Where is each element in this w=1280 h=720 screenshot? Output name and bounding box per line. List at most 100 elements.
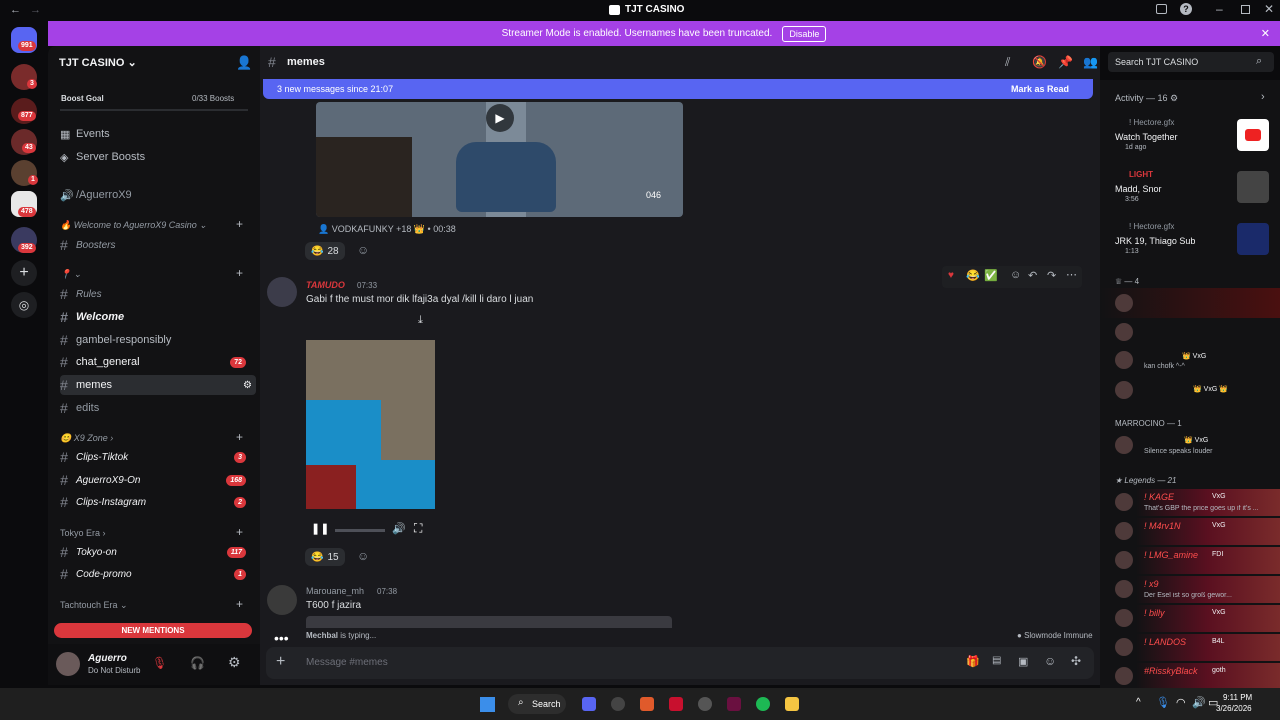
fullscreen-icon[interactable]: ⛶ (414, 521, 422, 536)
category-tachtouch-era[interactable]: Tachtouch Era ⌄ (60, 600, 128, 611)
member-row[interactable]: ! LMG_amine FDI (1100, 547, 1280, 574)
back-arrow-icon[interactable]: ← (10, 4, 21, 16)
channel-tokyo-on[interactable]: # Tokyo-on 117 (60, 542, 256, 562)
headphones-muted-icon[interactable]: 🎧 (190, 656, 205, 670)
member-row[interactable]: ! LANDOS B4L (1100, 634, 1280, 661)
help-icon[interactable]: ? (1180, 3, 1192, 15)
emoji-icon[interactable]: ☺ (1044, 654, 1056, 668)
channel-boosters[interactable]: # Boosters (60, 235, 256, 255)
member-row[interactable] (1100, 320, 1280, 344)
app-taskbar-icon[interactable] (611, 697, 625, 711)
category-welcome[interactable]: 🔥 Welcome to AguerroX9 Casino ⌄ (60, 220, 207, 231)
mic-muted-icon[interactable]: 🎙 (152, 656, 167, 670)
channel-edits[interactable]: # edits (60, 398, 256, 418)
create-channel-icon[interactable]: + (236, 217, 243, 231)
add-server-icon[interactable]: + (11, 260, 37, 286)
windows-start-icon[interactable] (480, 697, 495, 712)
message-author[interactable]: Marouane_mh (306, 586, 364, 596)
member-row[interactable]: ! billy VxG (1100, 605, 1280, 632)
volume-icon[interactable]: 🔊 (1192, 696, 1206, 709)
mark-as-read-button[interactable]: Mark as Read (1011, 84, 1069, 94)
add-reaction-icon[interactable]: ☺ (357, 243, 369, 257)
category-pin[interactable]: 📍 ⌄ (60, 269, 81, 280)
create-channel-icon[interactable]: + (236, 597, 243, 611)
activity-header[interactable]: Activity — 16 ⚙ (1115, 93, 1178, 104)
mic-icon[interactable]: 🎙 (1156, 696, 1170, 709)
video-attachment[interactable] (306, 340, 435, 509)
add-reaction-icon[interactable]: ☺ (1010, 269, 1021, 281)
channel-gamble[interactable]: # gambel-responsibly (60, 330, 256, 350)
minimize-icon[interactable]: – (1216, 2, 1223, 16)
channel-welcome[interactable]: # Welcome (60, 307, 256, 327)
member-row[interactable]: ! KAGE VxG That's GBP the price goes up if… (1100, 489, 1280, 516)
more-options-icon[interactable]: ⋯ (1066, 268, 1077, 281)
apps-icon[interactable]: ✣ (1071, 654, 1081, 668)
channel-code-promo[interactable]: # Code-promo 1 (60, 564, 256, 584)
chevron-right-icon[interactable]: › (1261, 91, 1265, 103)
channel-aguerro-on[interactable]: # AguerroX9-On 168 (60, 470, 256, 490)
gift-icon[interactable]: 🎁 (966, 655, 980, 668)
play-icon[interactable]: ▶ (486, 104, 514, 132)
disable-streamer-button[interactable]: Disable (782, 25, 827, 42)
channel-clips-tiktok[interactable]: # Clips-Tiktok 3 (60, 447, 256, 467)
discord-taskbar-icon[interactable] (582, 697, 596, 711)
sticker-icon[interactable]: ▣ (1018, 655, 1028, 668)
file-explorer-taskbar-icon[interactable] (785, 697, 799, 711)
channel-clips-instagram[interactable]: # Clips-Instagram 2 (60, 492, 256, 512)
member-row[interactable] (1100, 288, 1280, 318)
forward-icon[interactable]: ↷ (1047, 269, 1056, 282)
member-row[interactable]: #RisskyBlack goth (1100, 663, 1280, 690)
gif-icon[interactable]: ▤ (992, 655, 1001, 666)
message-input[interactable]: Message #memes (306, 657, 388, 668)
close-banner-icon[interactable]: ✕ (1261, 27, 1270, 40)
inbox-icon[interactable] (1156, 4, 1167, 14)
avatar[interactable] (267, 585, 297, 615)
check-react-icon[interactable]: ✅ (984, 269, 998, 282)
reaction-laugh[interactable]: 😂 28 (305, 242, 345, 260)
video-progress-bar[interactable] (335, 529, 385, 532)
taskbar-search[interactable]: ⌕ Search (508, 694, 566, 714)
wifi-icon[interactable]: ◠ (1176, 696, 1186, 709)
brave-taskbar-icon[interactable] (640, 697, 654, 711)
pin-icon[interactable]: 📌 (1058, 55, 1073, 69)
channel-memes-selected[interactable]: # memes ⚙ (60, 375, 256, 395)
spotify-taskbar-icon[interactable] (756, 697, 770, 711)
new-messages-bar[interactable]: 3 new messages since 21:07 Mark as Read (263, 79, 1093, 99)
chevron-up-icon[interactable]: ^ (1136, 697, 1141, 708)
notification-muted-icon[interactable]: 🔕 (1032, 55, 1047, 69)
category-x9-zone[interactable]: 😊 X9 Zone › (60, 433, 113, 444)
clock-time[interactable]: 9:11 PM (1223, 693, 1252, 702)
attachment-preview[interactable] (306, 616, 672, 628)
create-channel-icon[interactable]: + (236, 266, 243, 280)
download-icon[interactable]: ⤓ (418, 314, 423, 327)
forward-arrow-icon[interactable]: → (30, 4, 41, 16)
member-row[interactable]: 👑 VxG Silence speaks louder (1100, 433, 1280, 459)
reaction-laugh[interactable]: 😂 15 (305, 548, 345, 566)
threads-icon[interactable]: ⫽ (1005, 55, 1010, 70)
new-mentions-pill[interactable]: NEW MENTIONS (54, 623, 252, 638)
volume-icon[interactable]: 🔊 (392, 522, 406, 535)
channel-rules[interactable]: # Rules (60, 284, 256, 304)
category-tokyo-era[interactable]: Tokyo Era › (60, 528, 106, 538)
add-reaction-icon[interactable]: ☺ (357, 549, 369, 563)
channel-chat-general[interactable]: # chat_general 72 (60, 352, 256, 372)
app-taskbar-icon[interactable] (698, 697, 712, 711)
server-name-header[interactable]: TJT CASINO ⌄ (59, 56, 137, 69)
invite-user-icon[interactable]: 👤 (236, 55, 252, 71)
video-embed[interactable]: ▶ 046 (316, 102, 683, 217)
avatar[interactable] (267, 277, 297, 307)
add-attachment-icon[interactable]: + (276, 653, 285, 671)
boost-goal-label[interactable]: Boost Goal (61, 94, 104, 103)
server-boosts-item[interactable]: ◈ Server Boosts (60, 147, 256, 167)
member-list-icon[interactable]: 👥 (1083, 55, 1098, 69)
settings-gear-icon[interactable]: ⚙ (243, 380, 252, 391)
app-taskbar-icon[interactable] (669, 697, 683, 711)
message-author[interactable]: TAMUDO (306, 280, 345, 290)
clock-date[interactable]: 3/26/2026 (1216, 704, 1252, 713)
avatar[interactable] (56, 652, 80, 676)
heart-react-icon[interactable]: ♥ (948, 270, 954, 281)
maximize-icon[interactable] (1241, 5, 1250, 14)
discover-icon[interactable]: ◎ (11, 292, 37, 318)
close-window-icon[interactable]: ✕ (1264, 2, 1274, 16)
app-taskbar-icon[interactable] (727, 697, 741, 711)
